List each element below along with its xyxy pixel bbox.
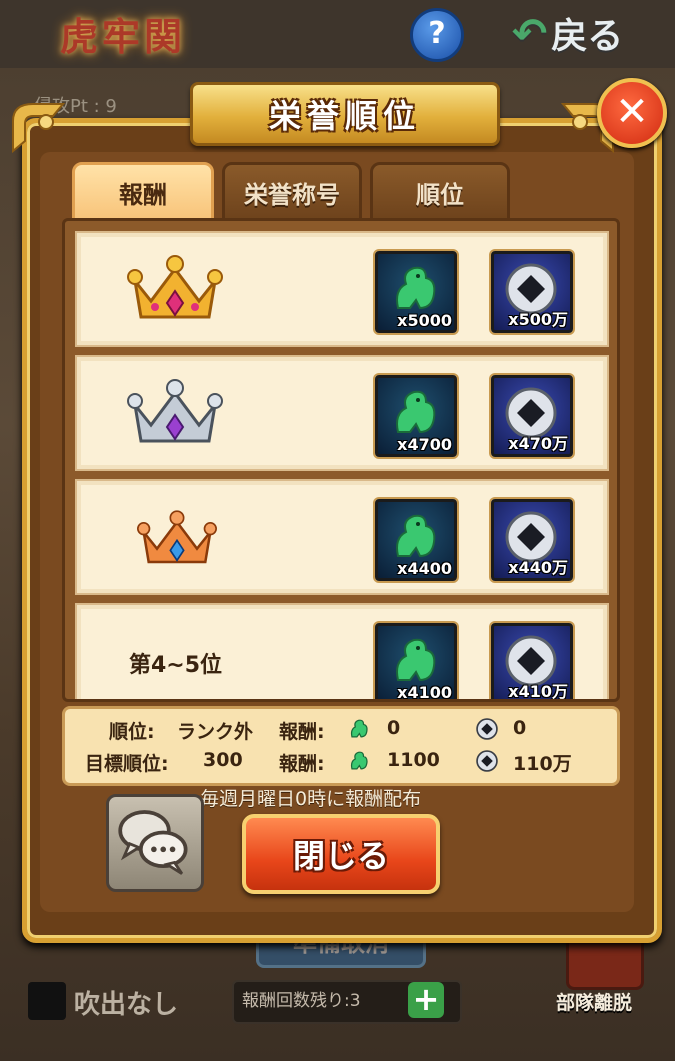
dialog-title: 栄誉順位: [268, 97, 421, 135]
tab-honor-titles[interactable]: 栄誉称号: [222, 162, 362, 222]
close-dialog-button[interactable]: ✕: [597, 78, 667, 148]
close-button[interactable]: 閉じる: [242, 814, 440, 894]
silver-coin-icon: [476, 718, 498, 740]
rank-label: 順位:: [109, 721, 155, 743]
reward-list[interactable]: x5000 x500万 x4700 x470万 x4400 x440万 第4~5…: [62, 218, 620, 702]
rank-range-label: 第4~5位: [129, 653, 223, 678]
chat-bubbles-icon: [118, 810, 188, 875]
coin-quantity: x440万: [508, 558, 568, 577]
back-arrow-icon: ↶: [512, 8, 548, 58]
tab-rewards[interactable]: 報酬: [72, 162, 214, 222]
jade-horse-item[interactable]: x4700: [375, 375, 457, 457]
back-label: 戻る: [551, 16, 624, 57]
reward-row-rank-3: x4400 x440万: [75, 479, 609, 595]
target-rank-label: 目標順位:: [85, 753, 169, 775]
silver-coin-item[interactable]: x470万: [491, 375, 573, 457]
jade-horse-item[interactable]: x5000: [375, 251, 457, 333]
target-rank-value: 300: [203, 749, 243, 771]
coin-quantity: x410万: [508, 682, 568, 701]
current-rank-status: 順位: ランク外 報酬: 0 0 目標順位: 300 報酬: 1100 110万: [62, 706, 620, 786]
dialog-title-plate: 栄誉順位: [190, 82, 500, 146]
jade-horse-icon: [350, 751, 368, 770]
jade-horse-icon: [350, 719, 368, 738]
jade-quantity: x4700: [397, 435, 452, 454]
reward-row-rank-1: x5000 x500万: [75, 231, 609, 347]
jade-horse-item[interactable]: x4400: [375, 499, 457, 581]
reward-coin-value: 0: [513, 717, 527, 739]
target-reward-label: 報酬:: [279, 753, 325, 775]
jade-quantity: x5000: [397, 311, 452, 330]
silver-coin-item[interactable]: x440万: [491, 499, 573, 581]
reward-row-rank-2: x4700 x470万: [75, 355, 609, 471]
corner-ornament-icon: [8, 96, 68, 156]
stage-title: 虎牢関: [60, 15, 187, 59]
silver-crown-icon: [127, 375, 223, 451]
jade-horse-item[interactable]: x4100: [375, 623, 457, 702]
reward-jade-value: 0: [387, 717, 401, 739]
speech-bubble-toggle-checkbox[interactable]: [28, 982, 66, 1020]
add-reward-count-button[interactable]: +: [408, 982, 444, 1018]
silver-coin-item[interactable]: x410万: [491, 623, 573, 701]
back-button[interactable]: ↶ 戻る: [512, 8, 623, 58]
weekly-distribution-note: 毎週月曜日0時に報酬配布: [200, 788, 422, 810]
target-reward-jade-value: 1100: [387, 749, 440, 771]
coin-quantity: x470万: [508, 434, 568, 453]
chat-button[interactable]: [106, 794, 204, 892]
coin-quantity: x500万: [508, 310, 568, 329]
bronze-crown-icon: [137, 507, 217, 569]
rank-value: ランク外: [177, 721, 254, 743]
tab-ranking[interactable]: 順位: [370, 162, 510, 222]
speech-bubble-toggle-label: 吹出なし: [74, 990, 179, 1020]
gold-crown-icon: [127, 251, 223, 327]
target-reward-coin-value: 110万: [513, 753, 572, 775]
reward-row-rank-4-5: 第4~5位 x4100 x410万: [75, 603, 609, 702]
reward-label: 報酬:: [279, 721, 325, 743]
jade-quantity: x4400: [397, 559, 452, 578]
leave-unit-label[interactable]: 部隊離脱: [556, 988, 632, 1015]
silver-coin-item[interactable]: x500万: [491, 251, 573, 333]
help-button[interactable]: ?: [410, 8, 464, 62]
silver-coin-icon: [476, 750, 498, 772]
jade-quantity: x4100: [397, 683, 452, 702]
